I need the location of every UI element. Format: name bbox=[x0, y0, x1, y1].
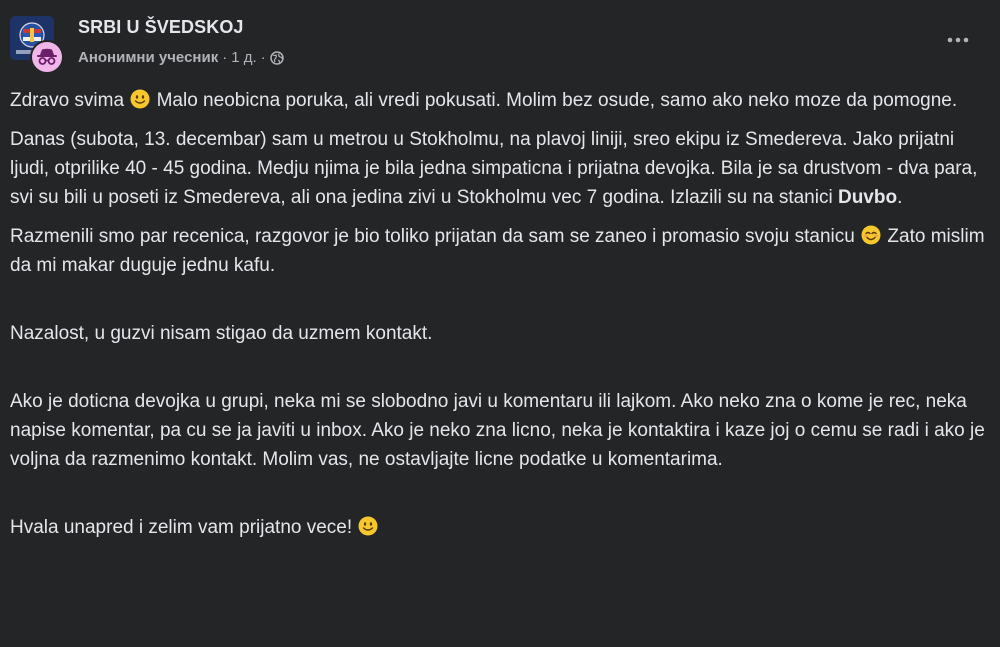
post-card: SRBI U ŠVEDSKOJ Анонимни учесник · 1 д. … bbox=[0, 0, 1000, 647]
paragraph-text: Razmenili smo par recenica, razgovor je … bbox=[10, 226, 855, 247]
paragraph-text: Malo neobicna poruka, ali vredi pokusati… bbox=[156, 90, 958, 111]
paragraph-text: Zdravo svima bbox=[10, 90, 125, 111]
smiling-face-with-smiling-eyes-icon bbox=[861, 225, 881, 245]
paragraph-request: Ako je doticna devojka u grupi, neka mi … bbox=[10, 391, 985, 470]
globe-icon bbox=[269, 50, 284, 65]
station-name: Duvbo bbox=[837, 187, 898, 208]
more-horizontal-icon bbox=[947, 37, 969, 43]
post-meta: Анонимни учесник · 1 д. · bbox=[78, 49, 284, 66]
post-avatars bbox=[10, 16, 66, 74]
anonymous-member-avatar[interactable] bbox=[30, 40, 64, 74]
paragraph-text: Hvala unapred i zelim vam prijatno vece! bbox=[10, 517, 353, 538]
group-name-link[interactable]: SRBI U ŠVEDSKOJ bbox=[78, 17, 244, 38]
paragraph-thanks: Hvala unapred i zelim vam prijatno vece! bbox=[10, 513, 988, 542]
author-name[interactable]: Анонимни учесник bbox=[78, 49, 218, 66]
post-time[interactable]: 1 д. bbox=[231, 49, 256, 66]
paragraph-no-contact: Nazalost, u guzvi nisam stigao da uzmem … bbox=[10, 323, 433, 344]
post-body: Zdravo svima Malo neobicna poruka, ali v… bbox=[10, 86, 988, 542]
slightly-smiling-face-icon bbox=[358, 516, 378, 536]
meta-separator-2: · bbox=[260, 49, 266, 66]
paragraph-story: Danas (subota, 13. decembar) sam u metro… bbox=[10, 125, 988, 212]
slightly-smiling-face-icon bbox=[130, 89, 150, 109]
paragraph-end: . bbox=[897, 187, 903, 208]
paragraph-text: Danas (subota, 13. decembar) sam u metro… bbox=[10, 129, 978, 208]
meta-separator: · bbox=[222, 49, 228, 66]
post-options-button[interactable] bbox=[940, 28, 976, 52]
incognito-icon bbox=[37, 48, 57, 65]
paragraph-greeting: Zdravo svima Malo neobicna poruka, ali v… bbox=[10, 86, 988, 115]
paragraph-conversation: Razmenili smo par recenica, razgovor je … bbox=[10, 222, 988, 280]
